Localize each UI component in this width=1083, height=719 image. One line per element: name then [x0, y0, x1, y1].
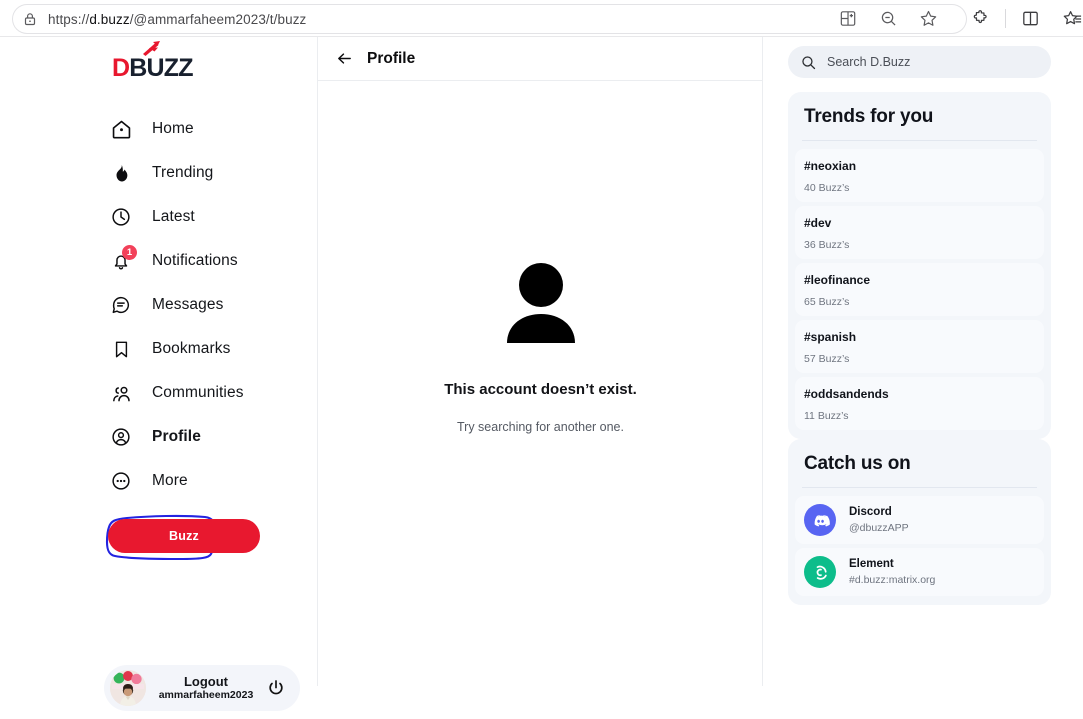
trend-count: 36 Buzz’s — [804, 239, 850, 251]
sidebar-item-bookmarks[interactable]: Bookmarks — [108, 327, 308, 371]
trend-count: 40 Buzz’s — [804, 182, 850, 194]
sidebar-item-label: Trending — [152, 164, 214, 181]
lock-icon — [24, 13, 36, 26]
sidebar-item-label: Latest — [152, 208, 195, 225]
trend-tag: #leofinance — [804, 273, 871, 287]
sidebar-item-messages[interactable]: Messages — [108, 283, 308, 327]
discord-icon — [804, 504, 836, 536]
trend-item[interactable]: #spanish 57 Buzz’s — [795, 320, 1044, 373]
logout-label: Logout — [183, 673, 229, 689]
social-handle: @dbuzzAPP — [849, 521, 909, 534]
user-logout-box[interactable]: Logout ammarfaheem2023 — [104, 665, 300, 711]
sidebar-item-label: Profile — [152, 428, 201, 445]
sidebar-item-home[interactable]: Home — [108, 107, 308, 151]
dbuzz-logo[interactable]: DBUZZ — [112, 41, 194, 82]
toolbar-divider — [1005, 9, 1006, 28]
generic-user-icon — [506, 263, 575, 343]
catch-us-title: Catch us on — [804, 453, 911, 474]
bookmark-star-icon[interactable] — [918, 8, 939, 29]
trend-count: 65 Buzz’s — [804, 296, 850, 308]
trend-count: 57 Buzz’s — [804, 353, 850, 365]
power-icon[interactable] — [266, 678, 286, 698]
trends-title: Trends for you — [804, 106, 934, 127]
trend-count: 11 Buzz’s — [804, 410, 849, 422]
search-icon — [802, 55, 816, 69]
empty-state-title: This account doesn’t exist. — [444, 381, 637, 398]
trend-item[interactable]: #dev 36 Buzz’s — [795, 206, 1044, 259]
bee-logo-icon — [143, 41, 160, 56]
social-name: Element — [849, 558, 894, 571]
social-handle: #d.buzz:matrix.org — [849, 573, 936, 586]
search-input[interactable] — [827, 55, 1038, 69]
user-circle-icon — [108, 424, 134, 450]
notification-badge: 1 — [122, 245, 137, 260]
social-name: Discord — [849, 506, 892, 519]
trend-item[interactable]: #oddsandends 11 Buzz’s — [795, 377, 1044, 430]
flame-icon — [108, 160, 134, 186]
sidebar-item-profile[interactable]: Profile — [108, 415, 308, 459]
sidebar-item-label: Home — [152, 120, 194, 137]
extensions-puzzle-icon[interactable] — [971, 8, 992, 29]
buzz-button[interactable]: Buzz — [108, 519, 260, 553]
element-icon — [804, 556, 836, 588]
clock-icon — [108, 204, 134, 230]
brand-d: D — [112, 54, 130, 82]
bookmark-icon — [108, 336, 134, 362]
empty-state-subtitle: Try searching for another one. — [457, 420, 624, 434]
user-avatar — [110, 670, 146, 706]
collections-icon[interactable] — [1062, 8, 1083, 29]
search-box[interactable] — [788, 46, 1051, 78]
message-icon — [108, 292, 134, 318]
sidebar-item-label: Messages — [152, 296, 224, 313]
sidebar-item-label: More — [152, 472, 188, 489]
ellipsis-circle-icon — [108, 468, 134, 494]
split-view-icon[interactable] — [838, 8, 859, 29]
sidebar-item-label: Bookmarks — [152, 340, 231, 357]
left-sidebar: DBUZZ Home Trending Latest 1 Notificatio… — [0, 37, 318, 711]
brand-text: DBUZZ — [112, 54, 194, 82]
home-icon — [108, 116, 134, 142]
social-item-element[interactable]: Element #d.buzz:matrix.org — [795, 548, 1044, 596]
trend-tag: #dev — [804, 216, 832, 230]
empty-state: This account doesn’t exist. Try searchin… — [318, 261, 763, 434]
brand-buzz: BUZZ — [129, 54, 193, 82]
back-arrow-icon[interactable] — [336, 50, 353, 67]
sidebar-item-latest[interactable]: Latest — [108, 195, 308, 239]
trend-tag: #spanish — [804, 330, 857, 344]
primary-navigation: Home Trending Latest 1 Notifications Mes… — [105, 107, 308, 561]
trends-panel: Trends for you #neoxian 40 Buzz’s #dev 3… — [788, 92, 1051, 439]
sidebar-item-label: Communities — [152, 384, 244, 401]
url-text: https://d.buzz/@ammarfaheem2023/t/buzz — [48, 11, 307, 27]
sidebar-item-trending[interactable]: Trending — [108, 151, 308, 195]
user-text-block: Logout ammarfaheem2023 — [146, 673, 266, 702]
zoom-out-icon[interactable] — [878, 8, 899, 29]
trend-item[interactable]: #neoxian 40 Buzz’s — [795, 149, 1044, 202]
sidebar-item-label: Notifications — [152, 252, 238, 269]
content-header: Profile — [318, 37, 762, 81]
people-icon — [108, 380, 134, 406]
sidebar-toggle-icon[interactable] — [1020, 8, 1041, 29]
trend-item[interactable]: #leofinance 65 Buzz’s — [795, 263, 1044, 316]
right-sidebar: Trends for you #neoxian 40 Buzz’s #dev 3… — [763, 37, 1083, 686]
trend-tag: #oddsandends — [804, 387, 889, 401]
browser-toolbar: https://d.buzz/@ammarfaheem2023/t/buzz — [0, 0, 1083, 37]
app-page: DBUZZ Home Trending Latest 1 Notificatio… — [0, 37, 1083, 711]
sidebar-item-more[interactable]: More — [108, 459, 308, 503]
catch-us-panel: Catch us on Discord @dbuzzAPP Element #d… — [788, 439, 1051, 605]
address-bar[interactable]: https://d.buzz/@ammarfaheem2023/t/buzz — [12, 4, 967, 34]
page-title: Profile — [367, 49, 416, 67]
sidebar-item-notifications[interactable]: 1 Notifications — [108, 239, 308, 283]
bell-icon: 1 — [108, 245, 137, 274]
user-handle: ammarfaheem2023 — [158, 689, 254, 702]
main-content: Profile This account doesn’t exist. Try … — [318, 37, 763, 686]
sidebar-item-communities[interactable]: Communities — [108, 371, 308, 415]
social-item-discord[interactable]: Discord @dbuzzAPP — [795, 496, 1044, 544]
trend-tag: #neoxian — [804, 159, 857, 173]
